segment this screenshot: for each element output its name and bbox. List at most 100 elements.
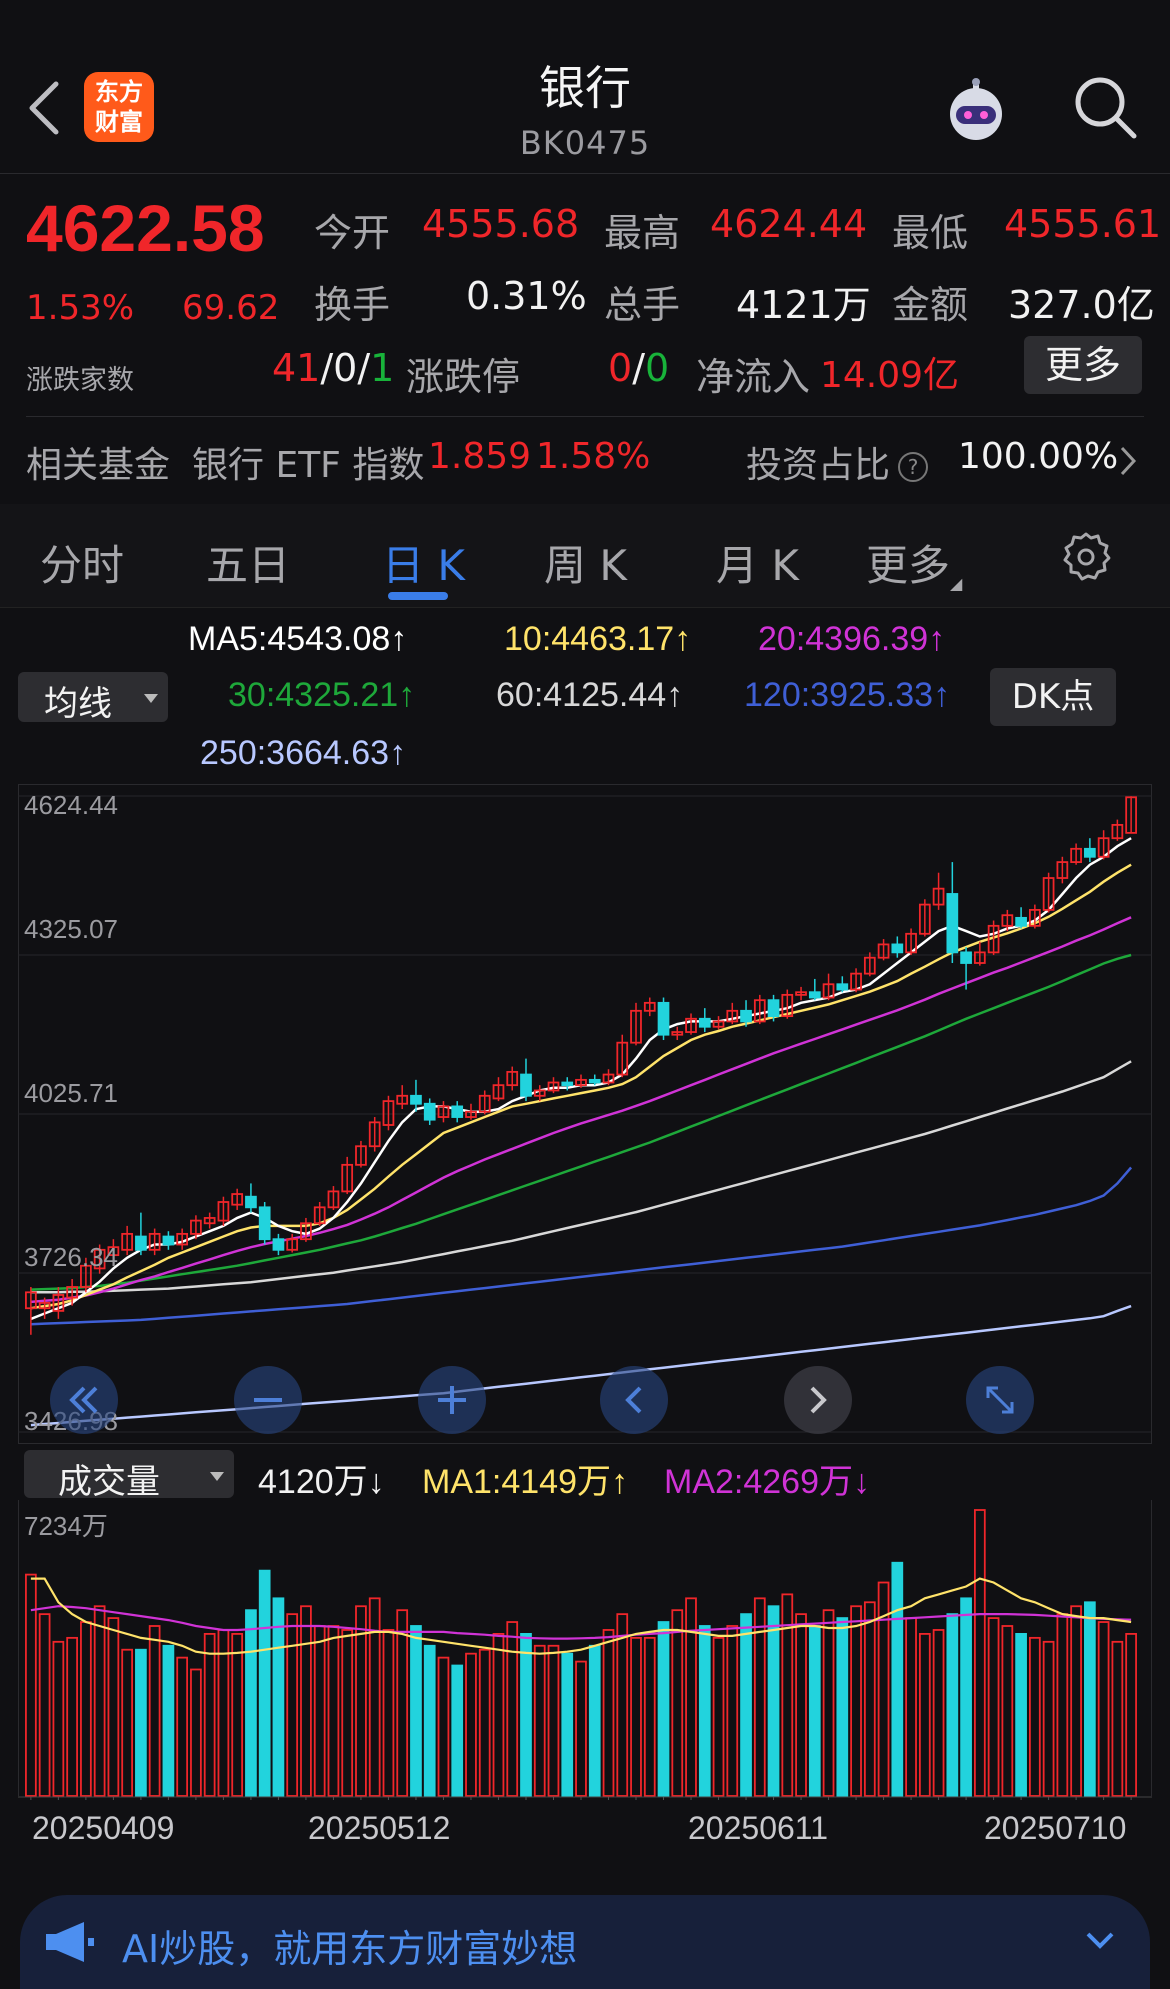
y-tick-label: 3726.34 xyxy=(24,1242,118,1272)
volume-bar xyxy=(478,1648,491,1797)
candle xyxy=(396,1085,409,1110)
volume-bar xyxy=(492,1633,505,1797)
volume-bar xyxy=(80,1621,92,1797)
ratio-value: 100.00% xyxy=(958,436,1119,477)
candle xyxy=(1084,838,1096,863)
high-value: 4624.44 xyxy=(710,202,868,246)
breadth-label: 涨跌家数 xyxy=(26,365,134,396)
ma120-legend: 120:3925.33↑ xyxy=(744,676,951,714)
volume-label: 总手 xyxy=(604,283,681,327)
tab-intraday[interactable]: 分时 xyxy=(40,532,124,593)
fund-value: 1.859 xyxy=(428,436,532,477)
tab-daily-k[interactable]: 日 K xyxy=(382,532,465,593)
ma60-legend: 60:4125.44↑ xyxy=(496,676,684,714)
vol-ma1-legend: MA1:4149万↑ xyxy=(422,1463,628,1501)
help-icon[interactable]: ? xyxy=(898,452,929,482)
open-value: 4555.68 xyxy=(422,202,580,246)
tab-weekly-k[interactable]: 周 K xyxy=(544,532,627,593)
tab-more[interactable]: 更多◢ xyxy=(866,532,962,593)
volume-bar xyxy=(410,1625,422,1797)
dk-button-label: DK点 xyxy=(1011,677,1095,717)
candle xyxy=(437,1101,450,1123)
double-chevron-left-icon xyxy=(69,1386,98,1414)
fund-percent: 1.58% xyxy=(536,436,651,477)
volume-bar xyxy=(1097,1621,1110,1797)
volume-bar xyxy=(918,1633,931,1797)
tab-more-label: 更多 xyxy=(866,541,951,590)
volume-bar xyxy=(891,1561,904,1797)
candle xyxy=(520,1058,532,1102)
indicator-selector[interactable]: 成交量 xyxy=(24,1450,234,1502)
tab-five-day[interactable]: 五日 xyxy=(206,532,290,593)
zoom-out-button[interactable] xyxy=(234,1366,302,1434)
volume-bar xyxy=(148,1625,161,1797)
volume-value: 4121万 xyxy=(736,283,871,327)
volume-bar xyxy=(520,1633,532,1797)
amount-value: 327.0亿 xyxy=(1008,283,1155,327)
volume-bar xyxy=(960,1597,972,1797)
candle xyxy=(258,1202,271,1245)
candle xyxy=(712,1016,725,1030)
scroll-left-fast-button[interactable] xyxy=(50,1366,118,1434)
volume-bar xyxy=(671,1609,684,1797)
volume-bar xyxy=(66,1636,78,1797)
ratio-label[interactable]: 投资占比? xyxy=(746,436,936,488)
volume-bar xyxy=(506,1621,519,1797)
divider xyxy=(26,416,1144,417)
chevron-right-icon[interactable] xyxy=(1118,444,1138,478)
volume-bar xyxy=(1029,1636,1041,1797)
candle xyxy=(932,872,945,910)
volume-bar xyxy=(300,1605,312,1797)
candle-body xyxy=(272,1238,285,1251)
fullscreen-button[interactable] xyxy=(966,1366,1034,1434)
turnover-value: 0.31% xyxy=(466,274,587,318)
scroll-left-button[interactable] xyxy=(600,1366,668,1434)
netflow-value: 14.09亿 xyxy=(820,355,960,396)
volume-bar xyxy=(245,1609,257,1797)
y-tick-label: 4624.44 xyxy=(24,790,118,820)
zoom-in-button[interactable] xyxy=(418,1366,486,1434)
volume-bar xyxy=(423,1644,436,1797)
ma10-legend: 10:4463.17↑ xyxy=(504,620,692,658)
more-button[interactable]: 更多 xyxy=(1024,336,1142,394)
candle xyxy=(231,1188,244,1210)
x-tick-label: 20250409 xyxy=(32,1810,175,1846)
active-tab-indicator xyxy=(388,592,448,600)
candle xyxy=(300,1217,312,1242)
volume-bar xyxy=(465,1652,477,1797)
volume-bar xyxy=(657,1621,670,1797)
low-label: 最低 xyxy=(892,211,969,255)
candle xyxy=(451,1101,464,1123)
candle xyxy=(657,997,670,1041)
limit-up-count: 0 xyxy=(608,346,633,390)
kline-chart[interactable] xyxy=(18,784,1152,1444)
search-icon[interactable] xyxy=(1070,72,1140,142)
gear-icon[interactable] xyxy=(1060,530,1112,582)
volume-bar xyxy=(808,1625,821,1797)
candle xyxy=(203,1212,216,1229)
change-amount: 69.62 xyxy=(182,288,280,328)
volume-bar xyxy=(1125,1633,1137,1797)
volume-bar xyxy=(795,1613,807,1797)
robot-assistant-icon[interactable] xyxy=(940,76,1012,148)
volume-bar xyxy=(203,1633,216,1797)
candle xyxy=(1125,796,1137,834)
collapse-icon[interactable] xyxy=(1080,1920,1120,1960)
volume-bar xyxy=(533,1644,546,1797)
dk-point-button[interactable]: DK点 xyxy=(990,668,1116,726)
candle xyxy=(698,1008,711,1033)
volume-chart[interactable] xyxy=(18,1500,1152,1800)
ma-selector[interactable]: 均线 xyxy=(18,672,168,724)
candle-body xyxy=(960,951,972,964)
volume-bar xyxy=(52,1640,65,1797)
candle xyxy=(245,1183,257,1213)
scroll-right-button[interactable] xyxy=(784,1366,852,1434)
candle xyxy=(327,1186,340,1210)
tab-monthly-k[interactable]: 月 K xyxy=(716,532,799,593)
volume-bar xyxy=(451,1664,464,1797)
volume-bar xyxy=(107,1617,120,1797)
fund-label: 相关基金 xyxy=(26,445,171,486)
volume-bar xyxy=(396,1609,409,1797)
fund-name[interactable]: 银行 ETF 指数 xyxy=(192,436,424,488)
volume-bar xyxy=(437,1656,450,1797)
